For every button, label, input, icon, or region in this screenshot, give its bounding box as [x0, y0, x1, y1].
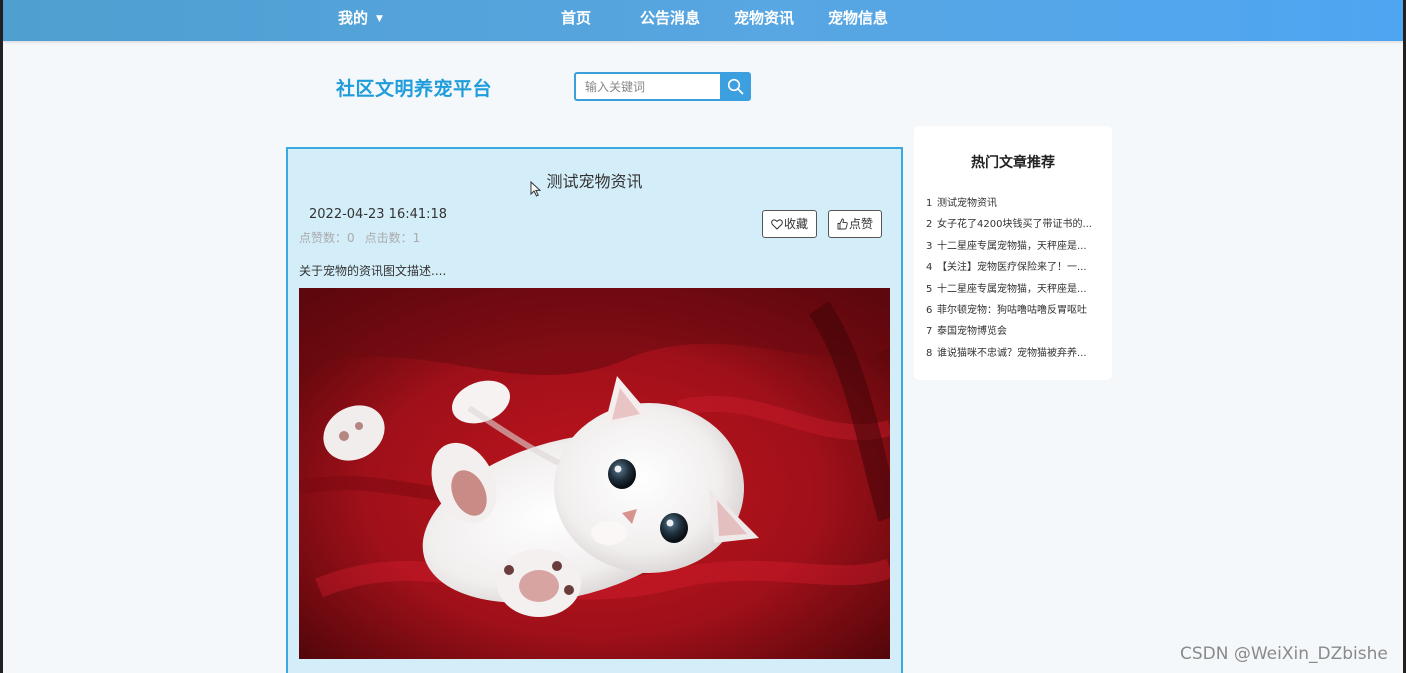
item-title: 菲尔顿宠物：狗咕噜咕噜反胃呕吐	[937, 304, 1087, 316]
mouse-pointer-icon	[530, 181, 541, 197]
hot-article-item[interactable]: 7 泰国宠物博览会	[926, 325, 1106, 346]
window-frame-left	[0, 0, 3, 673]
nav-my-account-label: 我的	[338, 9, 369, 27]
hot-article-item[interactable]: 6 菲尔顿宠物：狗咕噜咕噜反胃呕吐	[926, 304, 1106, 325]
article-detail-card: 测试宠物资讯 2022-04-23 16:41:18 点赞数：0 点击数：1 收藏…	[286, 147, 903, 673]
item-number: 6	[926, 304, 933, 316]
watermark-text: CSDN @WeiXin_DZbishe	[1180, 644, 1388, 664]
item-title: 泰国宠物博览会	[937, 326, 1007, 338]
favorite-button[interactable]: 收藏	[762, 210, 818, 238]
hot-article-item[interactable]: 1 测试宠物资讯	[926, 197, 1106, 218]
item-number: 4	[926, 262, 933, 274]
search-input[interactable]	[574, 72, 720, 101]
item-number: 8	[926, 347, 933, 359]
search-icon	[727, 78, 744, 95]
nav-home-link[interactable]: 首页	[561, 0, 591, 41]
top-navigation-bar: 我的 ▼ 首页 公告消息 宠物资讯 宠物信息	[3, 0, 1403, 41]
favorite-label: 收藏	[784, 217, 809, 231]
caret-down-icon: ▼	[376, 14, 383, 24]
heart-icon	[771, 219, 783, 230]
search-button[interactable]	[720, 72, 751, 101]
item-number: 2	[926, 219, 933, 231]
item-number: 5	[926, 283, 933, 295]
hot-article-item[interactable]: 5 十二星座专属宠物猫，天秤座是...	[926, 283, 1106, 304]
like-button[interactable]: 点赞	[828, 210, 883, 238]
hot-article-item[interactable]: 2 女子花了4200块钱买了带证书的...	[926, 218, 1106, 239]
nav-pet-info-link[interactable]: 宠物信息	[828, 0, 888, 41]
item-title: 【关注】宠物医疗保险来了！一...	[937, 262, 1087, 274]
hot-article-item[interactable]: 4 【关注】宠物医疗保险来了！一...	[926, 261, 1106, 282]
item-title: 谁说猫咪不忠诚？宠物猫被弃养...	[937, 347, 1087, 359]
article-stats: 点赞数：0 点击数：1	[299, 229, 420, 246]
nav-notice-link[interactable]: 公告消息	[640, 0, 700, 41]
click-count: 点击数：1	[364, 231, 421, 245]
hot-article-item[interactable]: 8 谁说猫咪不忠诚？宠物猫被弃养...	[926, 347, 1106, 368]
item-title: 女子花了4200块钱买了带证书的...	[937, 219, 1092, 231]
item-number: 7	[926, 326, 933, 338]
item-title: 十二星座专属宠物猫，天秤座是...	[937, 240, 1087, 252]
hot-article-item[interactable]: 3 十二星座专属宠物猫，天秤座是...	[926, 240, 1106, 261]
article-image-kitten	[299, 288, 890, 659]
nav-my-account-dropdown[interactable]: 我的 ▼	[338, 0, 383, 41]
article-description: 关于宠物的资讯图文描述....	[299, 264, 447, 278]
like-label: 点赞	[849, 217, 874, 231]
sidebar-title: 热门文章推荐	[971, 155, 1055, 171]
hot-articles-sidebar: 热门文章推荐 1 测试宠物资讯 2 女子花了4200块钱买了带证书的... 3 十二星…	[914, 126, 1112, 380]
item-title: 测试宠物资讯	[937, 198, 997, 209]
item-title: 十二星座专属宠物猫，天秤座是...	[937, 283, 1087, 295]
article-title: 测试宠物资讯	[546, 172, 643, 191]
nav-pet-news-link[interactable]: 宠物资讯	[734, 0, 794, 41]
item-number: 3	[926, 240, 933, 252]
article-date: 2022-04-23 16:41:18	[309, 207, 448, 222]
site-title: 社区文明养宠平台	[336, 78, 493, 100]
like-count: 点赞数：0	[299, 231, 355, 245]
thumbs-up-icon	[837, 218, 848, 230]
hot-articles-list: 1 测试宠物资讯 2 女子花了4200块钱买了带证书的... 3 十二星座专属宠物猫，…	[926, 197, 1106, 368]
item-number: 1	[926, 198, 933, 209]
